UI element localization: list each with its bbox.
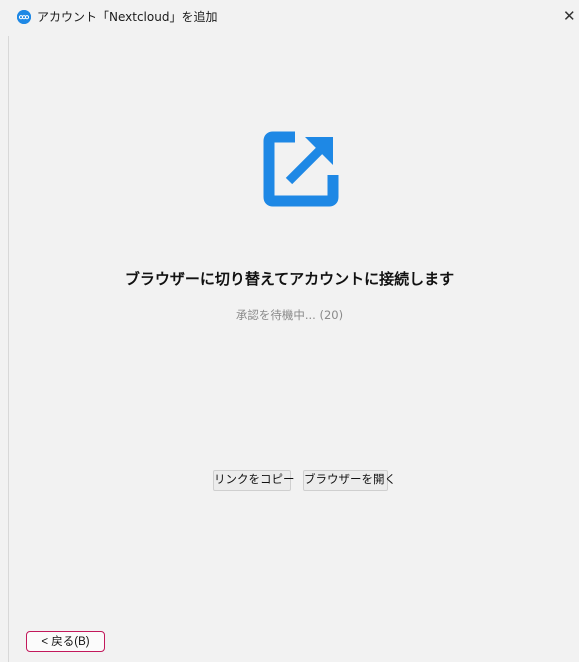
external-link-icon — [259, 127, 343, 211]
title-bar: アカウント「Nextcloud」を追加 ✕ — [0, 0, 579, 36]
open-browser-button[interactable]: ブラウザーを開く — [303, 470, 396, 491]
authorization-status: 承認を待機中... (20) — [235, 308, 344, 322]
copy-link-button[interactable]: リンクをコピー — [213, 470, 295, 491]
add-account-window: アカウント「Nextcloud」を追加 ✕ ブラウザーに切り替えてアカウントに接… — [0, 0, 579, 662]
nextcloud-logo-icon — [17, 10, 31, 24]
back-button[interactable]: < 戻る(B) — [26, 631, 105, 652]
close-button[interactable]: ✕ — [563, 6, 579, 26]
window-title: アカウント「Nextcloud」を追加 — [37, 10, 218, 24]
page-heading: ブラウザーに切り替えてアカウントに接続します — [124, 270, 455, 288]
window-left-border — [8, 36, 9, 662]
